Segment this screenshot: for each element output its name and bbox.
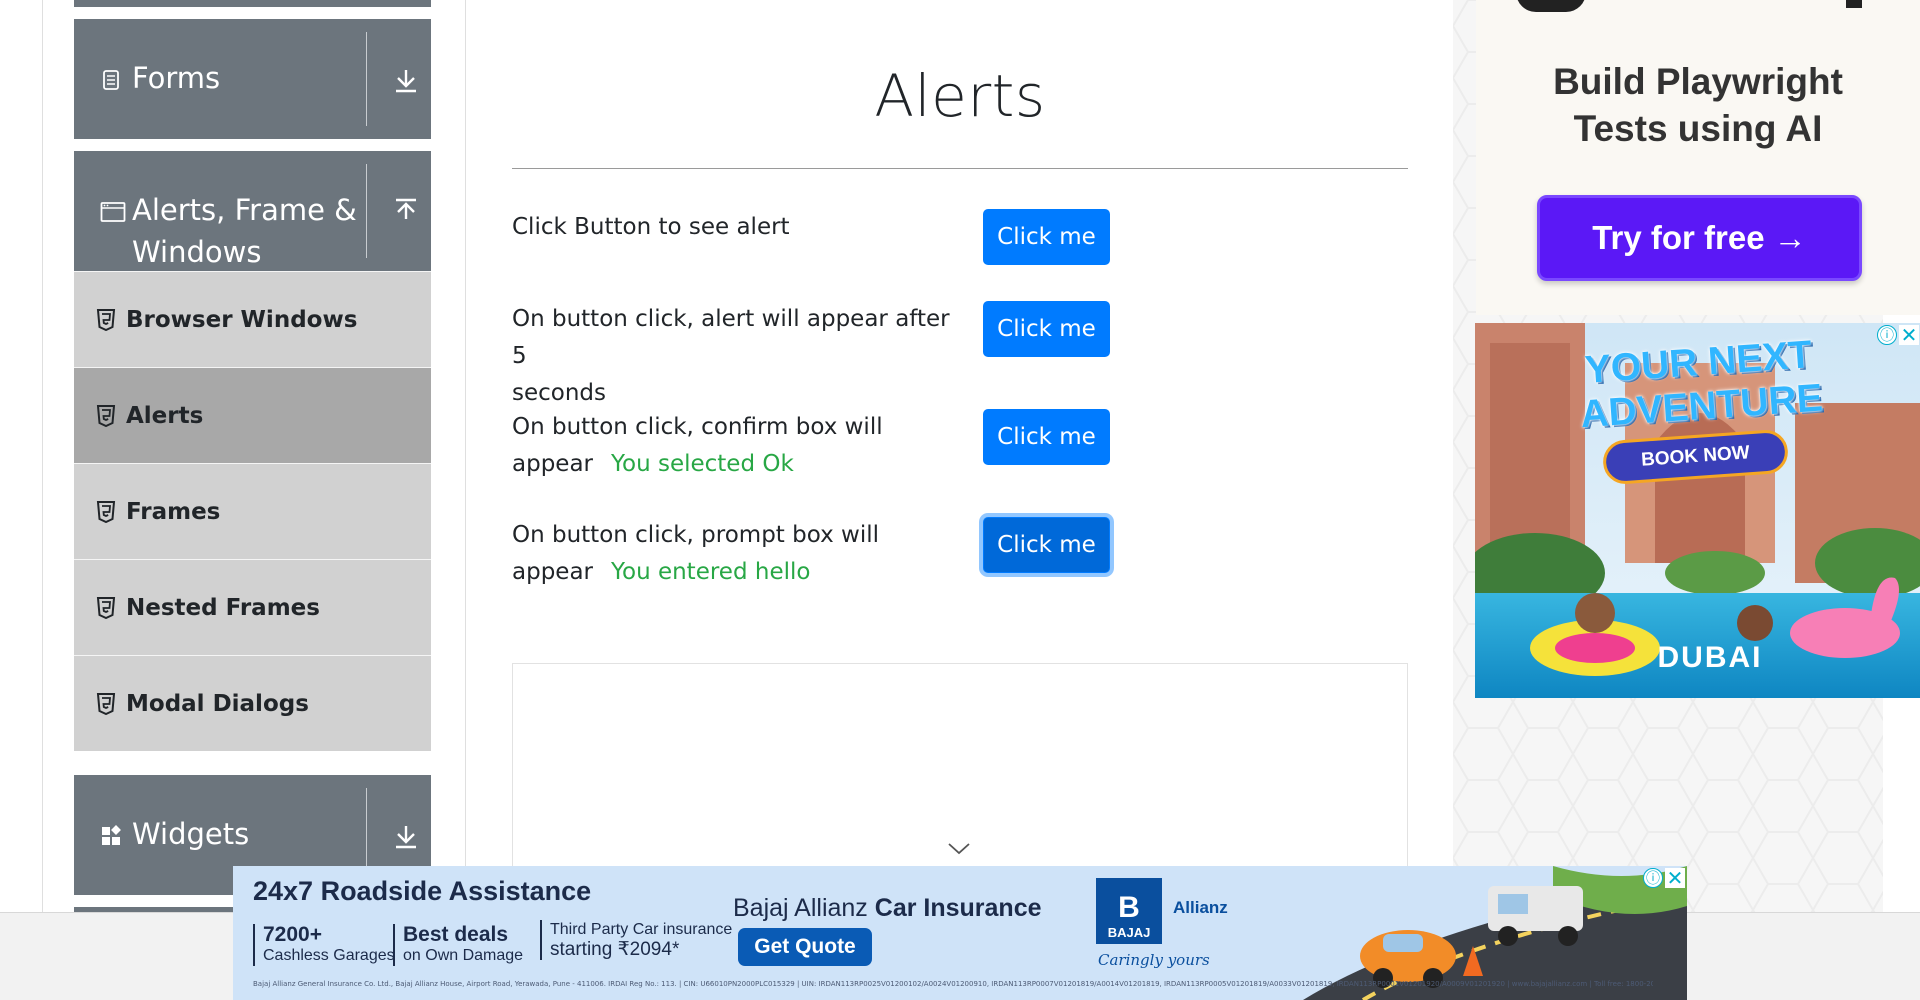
ad-headline-line1: Build Playwright bbox=[1553, 61, 1843, 102]
sidebar-group-forms[interactable]: Forms bbox=[74, 19, 431, 139]
group-separator bbox=[366, 164, 367, 258]
timer-alert-description-line1: On button click, alert will appear after… bbox=[512, 306, 950, 369]
sidebar-group-title: Widgets bbox=[132, 817, 250, 851]
widgets-icon bbox=[102, 825, 121, 845]
sidebar-item-alerts[interactable]: Alerts bbox=[74, 367, 431, 463]
sidebar-item-label: Modal Dialogs bbox=[126, 690, 309, 717]
html5-icon bbox=[96, 308, 116, 331]
ad-stat-value: 7200+ bbox=[263, 923, 322, 946]
timer-alert-description-line2: seconds bbox=[512, 380, 607, 406]
prompt-result: You entered hello bbox=[611, 559, 811, 585]
ad-brand: DUBAI bbox=[1657, 641, 1763, 674]
sidebar-item-nested-frames[interactable]: Nested Frames bbox=[74, 559, 431, 655]
sidebar-submenu: Browser Windows Alerts Frames Nested Fra… bbox=[74, 271, 431, 751]
bajaj-logo-text: BAJAJ bbox=[1107, 925, 1151, 940]
sidebar-group-title-line1: Alerts, Frame & bbox=[132, 193, 357, 227]
sidebar-group-previous[interactable] bbox=[74, 0, 431, 7]
sidebar-left-border bbox=[42, 0, 43, 912]
ad-info-icon[interactable]: ⓘ bbox=[1643, 868, 1663, 888]
download-arrow-icon[interactable] bbox=[392, 65, 420, 95]
html5-icon bbox=[96, 596, 116, 619]
ad-brand-line: Bajaj Allianz Car Insurance bbox=[733, 894, 1042, 923]
ad-info-icon[interactable]: ⓘ bbox=[1877, 325, 1897, 345]
get-quote-button[interactable]: Get Quote bbox=[738, 928, 872, 966]
ad-stat-deals: Best deals on Own Damage bbox=[393, 924, 523, 966]
confirm-button[interactable]: Click me bbox=[983, 409, 1110, 465]
prompt-description-line2: appear bbox=[512, 559, 593, 585]
document-icon bbox=[103, 70, 119, 90]
sidebar-item-label: Browser Windows bbox=[126, 306, 358, 333]
sidebar-item-browser-windows[interactable]: Browser Windows bbox=[74, 271, 431, 367]
dubai-ad[interactable]: YOUR NEXT ADVENTURE BOOK NOW DUBAI ⓘ ✕ bbox=[1475, 323, 1920, 698]
sidebar-group-title: Forms bbox=[132, 61, 221, 95]
alert-button[interactable]: Click me bbox=[983, 209, 1110, 265]
sidebar-item-label: Alerts bbox=[126, 402, 204, 429]
confirm-description-line2: appear bbox=[512, 451, 593, 477]
ad-stat-label: on Own Damage bbox=[403, 947, 524, 964]
page-title: Alerts bbox=[874, 62, 1046, 130]
group-separator bbox=[366, 32, 367, 126]
upload-arrow-icon[interactable] bbox=[392, 197, 420, 227]
bajaj-logo: B BAJAJ bbox=[1096, 878, 1162, 944]
ad-stat-garages: 7200+ Cashless Garages bbox=[253, 924, 395, 966]
ad-close-icon[interactable]: ✕ bbox=[1665, 866, 1685, 890]
confirm-row: On button click, confirm box will appear… bbox=[512, 409, 952, 483]
bajaj-logo-mark: B bbox=[1118, 891, 1140, 924]
prompt-button[interactable]: Click me bbox=[983, 517, 1110, 573]
confirm-result: You selected Ok bbox=[611, 451, 794, 477]
prompt-row: On button click, prompt box will appear Y… bbox=[512, 517, 952, 591]
page: Forms Alerts, Frame & Windows Browser Wi… bbox=[0, 0, 1920, 1000]
bajaj-allianz-ad[interactable]: 24x7 Roadside Assistance 7200+ Cashless … bbox=[233, 866, 1687, 1000]
html5-icon bbox=[96, 500, 116, 523]
chevron-down-icon[interactable] bbox=[947, 842, 971, 856]
html5-icon bbox=[96, 692, 116, 715]
try-for-free-button[interactable]: Try for free → bbox=[1537, 195, 1862, 281]
ad-stat-label: Cashless Garages bbox=[263, 947, 395, 964]
ad-tagline: Caringly yours bbox=[1098, 951, 1210, 969]
ad-close-icon[interactable]: ✕ bbox=[1899, 323, 1919, 347]
ad-stat-price: Third Party Car insurance starting ₹2094… bbox=[540, 920, 732, 960]
sidebar-item-modal-dialogs[interactable]: Modal Dialogs bbox=[74, 655, 431, 751]
alert-row: Click Button to see alert bbox=[512, 209, 952, 246]
playwright-ad[interactable]: Build Playwright Tests using AI Try for … bbox=[1476, 0, 1920, 315]
sidebar-item-label: Frames bbox=[126, 498, 221, 525]
sidebar-item-frames[interactable]: Frames bbox=[74, 463, 431, 559]
ad-logo-mark bbox=[1846, 0, 1862, 8]
timer-alert-row: On button click, alert will appear after… bbox=[512, 301, 952, 412]
ad-brand-prefix: Bajaj Allianz bbox=[733, 894, 868, 922]
timer-alert-button[interactable]: Click me bbox=[983, 301, 1110, 357]
sidebar-right-border bbox=[465, 0, 466, 912]
ad-stat-line2: starting ₹2094* bbox=[550, 939, 680, 960]
alert-description: Click Button to see alert bbox=[512, 214, 790, 240]
title-divider bbox=[512, 168, 1408, 169]
ad-stat-line1: Third Party Car insurance bbox=[550, 921, 733, 938]
allianz-logo: Allianz bbox=[1173, 898, 1228, 917]
ad-headline: Build Playwright Tests using AI bbox=[1476, 58, 1920, 152]
sidebar-group-alerts-frame-windows[interactable]: Alerts, Frame & Windows bbox=[74, 151, 431, 271]
html5-icon bbox=[96, 404, 116, 427]
ad-stat-value: Best deals bbox=[403, 923, 509, 946]
ad-fine-print: Bajaj Allianz General Insurance Co. Ltd.… bbox=[253, 980, 1653, 988]
ad-headline-line2: Tests using AI bbox=[1573, 108, 1823, 149]
sidebar-group-title-line2: Windows bbox=[132, 235, 262, 269]
confirm-description-line1: On button click, confirm box will bbox=[512, 414, 883, 440]
ad-logo bbox=[1516, 0, 1586, 12]
ad-brand-suffix: Car Insurance bbox=[874, 894, 1042, 922]
prompt-description-line1: On button click, prompt box will bbox=[512, 522, 880, 548]
browser-window-icon bbox=[100, 202, 126, 222]
download-arrow-icon[interactable] bbox=[392, 821, 420, 851]
sidebar-item-label: Nested Frames bbox=[126, 594, 320, 621]
ad-title: 24x7 Roadside Assistance bbox=[253, 876, 592, 906]
